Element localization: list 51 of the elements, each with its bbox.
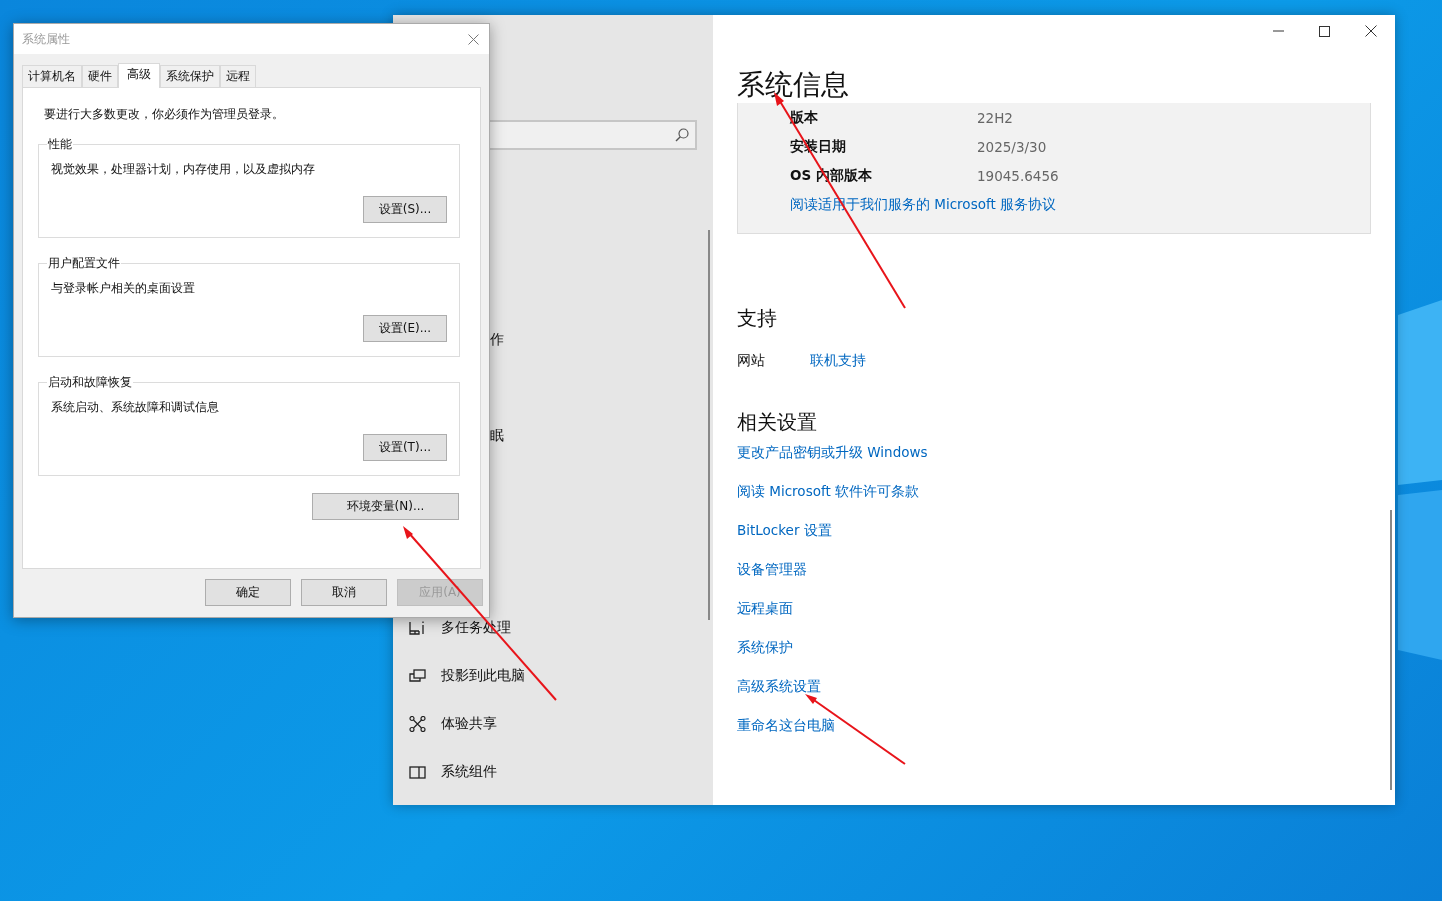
settings-link[interactable]: 更改产品密钥或升级 Windows xyxy=(737,442,928,462)
tab[interactable]: 计算机名 xyxy=(22,65,82,87)
settings-link[interactable]: 远程桌面 xyxy=(737,598,793,618)
group-description: 视觉效果，处理器计划，内存使用，以及虚拟内存 xyxy=(51,161,316,178)
dialog-button[interactable]: 取消 xyxy=(301,579,387,606)
settings-button[interactable]: 设置(S)... xyxy=(363,196,447,223)
settings-link[interactable]: 阅读 Microsoft 软件许可条款 xyxy=(737,481,920,501)
group-description: 系统启动、系统故障和调试信息 xyxy=(51,399,220,416)
maximize-icon[interactable] xyxy=(1319,25,1330,37)
search-icon xyxy=(675,128,689,142)
close-icon[interactable] xyxy=(1365,25,1377,37)
nav-item[interactable]: 作 xyxy=(490,331,504,349)
scrollbar[interactable] xyxy=(708,230,710,620)
share-icon xyxy=(409,716,426,732)
dialog-button[interactable]: 确定 xyxy=(205,579,291,606)
nav-item[interactable]: 体验共享 xyxy=(393,715,497,733)
support-label: 网站 xyxy=(737,352,766,370)
support-link[interactable]: 联机支持 xyxy=(810,352,866,370)
spec-value: 2025/3/30 xyxy=(977,138,1047,155)
nav-item[interactable]: 投影到此电脑 xyxy=(393,667,525,685)
nav-item[interactable]: 眠 xyxy=(490,427,504,445)
group-title: 用户配置文件 xyxy=(47,255,121,272)
section-heading: 支持 xyxy=(737,305,778,332)
window-title: 系统属性 xyxy=(22,30,70,48)
scrollbar[interactable] xyxy=(1390,510,1392,790)
settings-link[interactable]: 设备管理器 xyxy=(737,559,807,579)
tab[interactable]: 高级 xyxy=(118,63,160,88)
group-description: 与登录帐户相关的桌面设置 xyxy=(51,280,196,297)
group-title: 启动和故障恢复 xyxy=(47,374,133,391)
spec-value: 22H2 xyxy=(977,109,1013,126)
nav-item[interactable]: 系统组件 xyxy=(393,763,497,781)
spec-label: 版本 xyxy=(790,108,819,127)
settings-button[interactable]: 设置(T)... xyxy=(363,434,447,461)
settings-link[interactable]: 系统保护 xyxy=(737,637,793,657)
settings-link[interactable]: 重命名这台电脑 xyxy=(737,715,835,735)
settings-button[interactable]: 设置(E)... xyxy=(363,315,447,342)
section-heading: 相关设置 xyxy=(737,409,818,436)
projector-screen-icon xyxy=(409,669,426,683)
spec-value: 19045.6456 xyxy=(977,167,1059,184)
environment-variables-button[interactable]: 环境变量(N)... xyxy=(312,493,459,520)
minimize-icon[interactable] xyxy=(1273,30,1284,32)
panel-icon xyxy=(409,765,426,779)
tab[interactable]: 系统保护 xyxy=(160,65,220,87)
multitask-icon xyxy=(409,621,426,635)
settings-link[interactable]: BitLocker 设置 xyxy=(737,520,832,540)
section-heading: 系统信息 xyxy=(737,67,850,103)
group-title: 性能 xyxy=(47,136,73,153)
settings-link[interactable]: 高级系统设置 xyxy=(737,676,821,696)
tab[interactable]: 硬件 xyxy=(82,65,118,87)
tab[interactable]: 远程 xyxy=(220,65,256,87)
notice-text: 要进行大多数更改，你必须作为管理员登录。 xyxy=(43,106,285,123)
